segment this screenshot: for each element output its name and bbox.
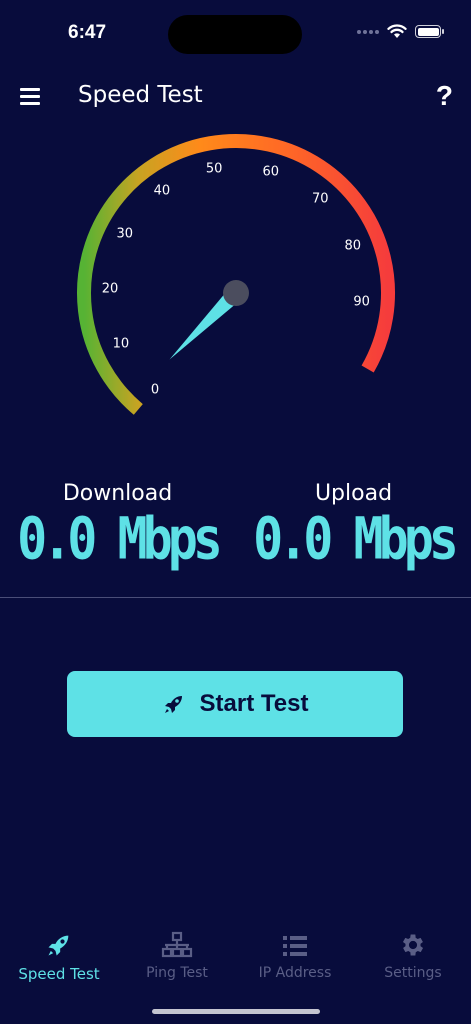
signal-icon: [357, 29, 379, 34]
gauge-tick-label: 90: [353, 294, 370, 310]
gauge-tick-label: 0: [150, 382, 160, 398]
help-icon[interactable]: ?: [436, 80, 453, 112]
rocket-icon: [48, 935, 69, 956]
tab-bar: Speed Test Ping Test IP Address Settings: [0, 925, 471, 995]
gauge-tick-label: 80: [344, 238, 362, 254]
dynamic-island: [168, 15, 302, 54]
gauge-arc: [77, 134, 395, 415]
status-icons: [357, 24, 444, 39]
list-icon: [283, 936, 307, 956]
divider: [0, 597, 471, 598]
upload-readout: Upload 0.0 Mbps: [236, 475, 471, 572]
page-title: Speed Test: [78, 82, 203, 108]
download-readout: Download 0.0 Mbps: [0, 475, 235, 572]
gear-icon: [402, 934, 424, 956]
download-label: Download: [62, 481, 173, 506]
gauge-svg: [77, 134, 395, 415]
start-test-button[interactable]: Start Test: [67, 671, 403, 737]
tab-label: Settings: [384, 965, 442, 981]
menu-icon[interactable]: [20, 88, 42, 106]
app-bar: Speed Test ?: [0, 72, 471, 122]
wifi-icon: [387, 24, 407, 38]
download-value: 0.0 Mbps: [17, 505, 223, 573]
gauge-hub: [223, 280, 249, 306]
speed-gauge: 0 10 20 30 40 50 60 70 80 90: [0, 130, 471, 430]
start-test-label: Start Test: [199, 690, 309, 717]
gauge-tick-label: 60: [262, 164, 279, 180]
tab-speed-test[interactable]: Speed Test: [0, 925, 118, 983]
gauge-tick-label: 50: [205, 161, 223, 177]
tab-label: IP Address: [258, 965, 332, 981]
rocket-icon: [164, 696, 182, 713]
battery-icon: [415, 25, 444, 38]
tab-ping-test[interactable]: Ping Test: [118, 925, 236, 981]
speed-readouts: Download 0.0 Mbps Upload 0.0 Mbps: [0, 475, 471, 595]
home-indicator: [152, 1009, 320, 1014]
gauge-tick-label: 10: [112, 336, 130, 352]
gauge-tick-label: 70: [312, 191, 329, 207]
status-time: 6:47: [68, 22, 107, 43]
tab-label: Ping Test: [146, 965, 208, 981]
tab-settings[interactable]: Settings: [354, 925, 471, 981]
gauge-tick-label: 30: [116, 226, 134, 242]
upload-label: Upload: [314, 481, 393, 506]
status-bar: 6:47: [0, 0, 471, 64]
tab-ip-address[interactable]: IP Address: [236, 925, 354, 981]
network-icon: [161, 931, 193, 958]
upload-value: 0.0 Mbps: [253, 505, 459, 573]
gauge-tick-label: 40: [153, 183, 171, 199]
gauge-tick-label: 20: [101, 281, 119, 297]
tab-label: Speed Test: [18, 965, 100, 983]
